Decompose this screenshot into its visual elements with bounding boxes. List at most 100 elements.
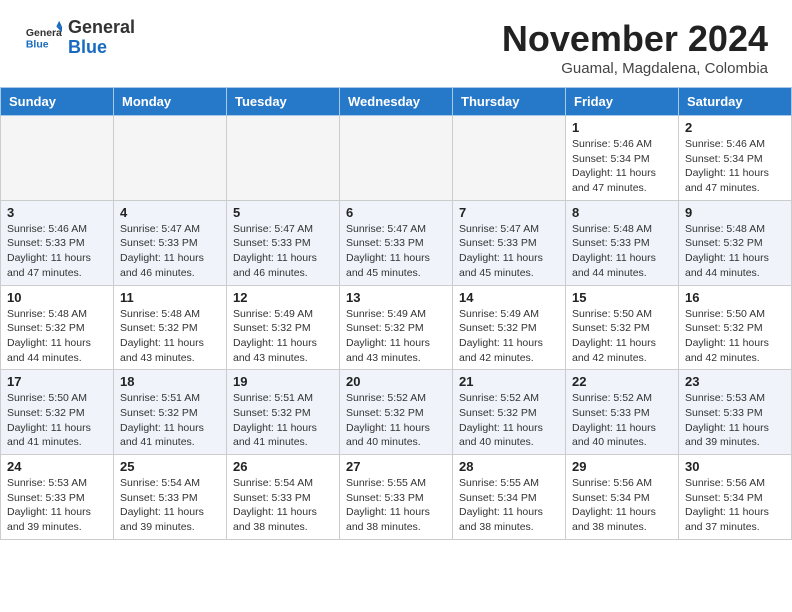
day-info: Sunrise: 5:55 AM Sunset: 5:33 PM Dayligh… xyxy=(346,476,446,535)
day-number: 30 xyxy=(685,459,785,474)
calendar-day: 21Sunrise: 5:52 AM Sunset: 5:32 PM Dayli… xyxy=(453,370,566,455)
calendar-day xyxy=(340,116,453,201)
calendar-week-row: 3Sunrise: 5:46 AM Sunset: 5:33 PM Daylig… xyxy=(1,200,792,285)
calendar-day: 4 Sunrise: 5:47 AM Sunset: 5:33 PM Daylig… xyxy=(114,200,227,285)
calendar-day: 22 Sunrise: 5:52 AM Sunset: 5:33 PM Dayli… xyxy=(566,370,679,455)
day-info: Sunrise: 5:47 AM Sunset: 5:33 PM Dayligh… xyxy=(459,222,559,281)
day-number: 22 xyxy=(572,374,672,389)
calendar-day xyxy=(227,116,340,201)
day-number: 2 xyxy=(685,120,785,135)
col-sunday: Sunday xyxy=(1,88,114,116)
calendar-day: 8 Sunrise: 5:48 AM Sunset: 5:33 PM Daylig… xyxy=(566,200,679,285)
calendar-day: 6 Sunrise: 5:47 AM Sunset: 5:33 PM Daylig… xyxy=(340,200,453,285)
col-thursday: Thursday xyxy=(453,88,566,116)
calendar-week-row: 17 Sunrise: 5:50 AM Sunset: 5:32 PM Dayli… xyxy=(1,370,792,455)
day-info: Sunrise: 5:46 AM Sunset: 5:34 PM Dayligh… xyxy=(685,137,785,196)
day-number: 19 xyxy=(233,374,333,389)
day-info: Sunrise: 5:48 AM Sunset: 5:32 PM Dayligh… xyxy=(685,222,785,281)
day-number: 7 xyxy=(459,205,559,220)
day-number: 25 xyxy=(120,459,220,474)
day-number: 9 xyxy=(685,205,785,220)
col-friday: Friday xyxy=(566,88,679,116)
day-number: 24 xyxy=(7,459,107,474)
day-info: Sunrise: 5:51 AM Sunset: 5:32 PM Dayligh… xyxy=(233,391,333,450)
month-year: November 2024 xyxy=(502,18,768,60)
logo-text: General Blue xyxy=(68,18,135,58)
calendar-day: 7 Sunrise: 5:47 AM Sunset: 5:33 PM Daylig… xyxy=(453,200,566,285)
logo-icon: General Blue xyxy=(24,19,62,57)
calendar-day: 28 Sunrise: 5:55 AM Sunset: 5:34 PM Dayli… xyxy=(453,455,566,540)
calendar-day: 5Sunrise: 5:47 AM Sunset: 5:33 PM Daylig… xyxy=(227,200,340,285)
calendar-day: 24 Sunrise: 5:53 AM Sunset: 5:33 PM Dayli… xyxy=(1,455,114,540)
calendar-day: 18 Sunrise: 5:51 AM Sunset: 5:32 PM Dayli… xyxy=(114,370,227,455)
day-number: 20 xyxy=(346,374,446,389)
calendar-day: 29 Sunrise: 5:56 AM Sunset: 5:34 PM Dayli… xyxy=(566,455,679,540)
day-info: Sunrise: 5:53 AM Sunset: 5:33 PM Dayligh… xyxy=(685,391,785,450)
calendar-day: 26Sunrise: 5:54 AM Sunset: 5:33 PM Dayli… xyxy=(227,455,340,540)
day-info: Sunrise: 5:54 AM Sunset: 5:33 PM Dayligh… xyxy=(233,476,333,535)
day-number: 6 xyxy=(346,205,446,220)
day-number: 27 xyxy=(346,459,446,474)
day-number: 1 xyxy=(572,120,672,135)
day-number: 23 xyxy=(685,374,785,389)
col-saturday: Saturday xyxy=(679,88,792,116)
day-info: Sunrise: 5:52 AM Sunset: 5:32 PM Dayligh… xyxy=(346,391,446,450)
day-info: Sunrise: 5:47 AM Sunset: 5:33 PM Dayligh… xyxy=(346,222,446,281)
day-number: 28 xyxy=(459,459,559,474)
day-number: 17 xyxy=(7,374,107,389)
calendar-day: 3Sunrise: 5:46 AM Sunset: 5:33 PM Daylig… xyxy=(1,200,114,285)
calendar-day: 30 Sunrise: 5:56 AM Sunset: 5:34 PM Dayli… xyxy=(679,455,792,540)
calendar-day: 16 Sunrise: 5:50 AM Sunset: 5:32 PM Dayli… xyxy=(679,285,792,370)
calendar-day: 20 Sunrise: 5:52 AM Sunset: 5:32 PM Dayli… xyxy=(340,370,453,455)
day-number: 11 xyxy=(120,290,220,305)
day-number: 29 xyxy=(572,459,672,474)
calendar-week-row: 24 Sunrise: 5:53 AM Sunset: 5:33 PM Dayli… xyxy=(1,455,792,540)
day-info: Sunrise: 5:50 AM Sunset: 5:32 PM Dayligh… xyxy=(685,307,785,366)
calendar-day xyxy=(114,116,227,201)
day-info: Sunrise: 5:56 AM Sunset: 5:34 PM Dayligh… xyxy=(572,476,672,535)
svg-text:Blue: Blue xyxy=(26,39,49,50)
calendar-day: 14 Sunrise: 5:49 AM Sunset: 5:32 PM Dayli… xyxy=(453,285,566,370)
calendar-day: 12Sunrise: 5:49 AM Sunset: 5:32 PM Dayli… xyxy=(227,285,340,370)
calendar-day: 10 Sunrise: 5:48 AM Sunset: 5:32 PM Dayli… xyxy=(1,285,114,370)
day-info: Sunrise: 5:55 AM Sunset: 5:34 PM Dayligh… xyxy=(459,476,559,535)
day-info: Sunrise: 5:49 AM Sunset: 5:32 PM Dayligh… xyxy=(459,307,559,366)
day-info: Sunrise: 5:54 AM Sunset: 5:33 PM Dayligh… xyxy=(120,476,220,535)
calendar-day: 25 Sunrise: 5:54 AM Sunset: 5:33 PM Dayli… xyxy=(114,455,227,540)
day-number: 3 xyxy=(7,205,107,220)
day-info: Sunrise: 5:48 AM Sunset: 5:32 PM Dayligh… xyxy=(120,307,220,366)
calendar-day: 2 Sunrise: 5:46 AM Sunset: 5:34 PM Daylig… xyxy=(679,116,792,201)
day-info: Sunrise: 5:47 AM Sunset: 5:33 PM Dayligh… xyxy=(120,222,220,281)
calendar-week-row: 1 Sunrise: 5:46 AM Sunset: 5:34 PM Daylig… xyxy=(1,116,792,201)
calendar: Sunday Monday Tuesday Wednesday Thursday… xyxy=(0,87,792,540)
day-info: Sunrise: 5:48 AM Sunset: 5:32 PM Dayligh… xyxy=(7,307,107,366)
calendar-day xyxy=(453,116,566,201)
day-info: Sunrise: 5:52 AM Sunset: 5:33 PM Dayligh… xyxy=(572,391,672,450)
day-info: Sunrise: 5:49 AM Sunset: 5:32 PM Dayligh… xyxy=(346,307,446,366)
day-number: 10 xyxy=(7,290,107,305)
calendar-week-row: 10 Sunrise: 5:48 AM Sunset: 5:32 PM Dayli… xyxy=(1,285,792,370)
day-info: Sunrise: 5:51 AM Sunset: 5:32 PM Dayligh… xyxy=(120,391,220,450)
col-wednesday: Wednesday xyxy=(340,88,453,116)
day-info: Sunrise: 5:56 AM Sunset: 5:34 PM Dayligh… xyxy=(685,476,785,535)
day-number: 14 xyxy=(459,290,559,305)
day-number: 4 xyxy=(120,205,220,220)
calendar-day: 27 Sunrise: 5:55 AM Sunset: 5:33 PM Dayli… xyxy=(340,455,453,540)
day-info: Sunrise: 5:50 AM Sunset: 5:32 PM Dayligh… xyxy=(572,307,672,366)
day-number: 15 xyxy=(572,290,672,305)
calendar-day: 13Sunrise: 5:49 AM Sunset: 5:32 PM Dayli… xyxy=(340,285,453,370)
logo: General Blue General Blue xyxy=(24,18,135,58)
day-info: Sunrise: 5:48 AM Sunset: 5:33 PM Dayligh… xyxy=(572,222,672,281)
day-info: Sunrise: 5:53 AM Sunset: 5:33 PM Dayligh… xyxy=(7,476,107,535)
day-number: 16 xyxy=(685,290,785,305)
location: Guamal, Magdalena, Colombia xyxy=(502,60,768,77)
calendar-header-row: Sunday Monday Tuesday Wednesday Thursday… xyxy=(1,88,792,116)
day-number: 21 xyxy=(459,374,559,389)
day-info: Sunrise: 5:50 AM Sunset: 5:32 PM Dayligh… xyxy=(7,391,107,450)
calendar-day: 9 Sunrise: 5:48 AM Sunset: 5:32 PM Daylig… xyxy=(679,200,792,285)
title-block: November 2024 Guamal, Magdalena, Colombi… xyxy=(502,18,768,77)
day-info: Sunrise: 5:49 AM Sunset: 5:32 PM Dayligh… xyxy=(233,307,333,366)
page-header: General Blue General Blue November 2024 … xyxy=(0,0,792,87)
day-number: 18 xyxy=(120,374,220,389)
day-number: 8 xyxy=(572,205,672,220)
